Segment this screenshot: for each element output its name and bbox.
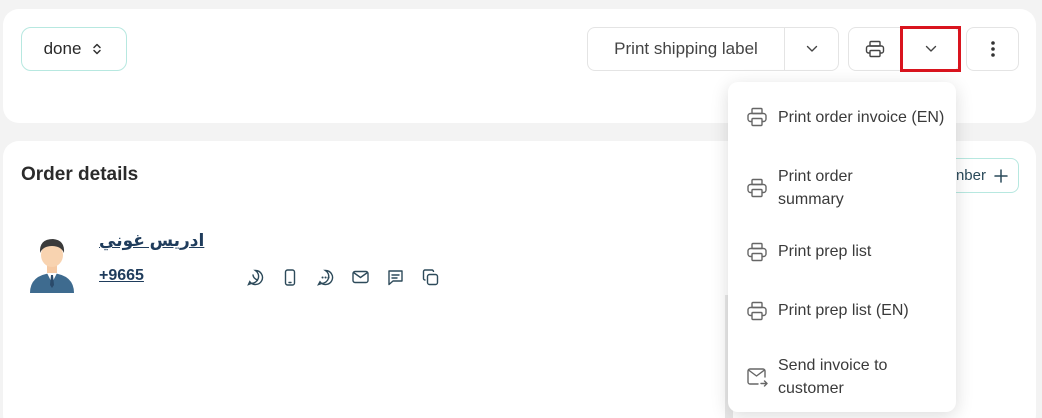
menu-item-label: Print order summary <box>778 168 853 208</box>
menu-item-print-order-summary[interactable]: Print order summary <box>728 163 956 213</box>
printer-icon <box>747 178 767 198</box>
print-button[interactable] <box>849 28 902 70</box>
plus-icon <box>994 168 1008 183</box>
section-title: Order details <box>21 164 139 185</box>
chat-bubble-icon[interactable] <box>316 268 334 286</box>
copy-icon[interactable] <box>421 268 439 286</box>
send-mail-icon <box>747 368 768 387</box>
shipping-label-dropdown-toggle[interactable] <box>785 28 838 70</box>
more-options-button[interactable] <box>966 27 1019 71</box>
menu-item-label: Print prep list <box>778 243 872 260</box>
chevron-down-icon <box>806 45 817 52</box>
customer-name-link[interactable]: ادريس غوني <box>99 231 204 251</box>
printer-icon <box>747 301 767 320</box>
mobile-phone-icon[interactable] <box>281 268 299 286</box>
status-select-button[interactable]: done <box>21 27 127 71</box>
printer-icon <box>865 40 885 58</box>
customer-phone-link[interactable]: +9665 <box>99 267 146 285</box>
printer-icon <box>747 242 767 261</box>
menu-item-print-prep-list-en[interactable]: Print prep list (EN) <box>728 298 956 323</box>
customer-avatar <box>30 239 74 293</box>
print-dropdown-toggle[interactable] <box>902 28 959 70</box>
menu-item-label: Send invoice to customer <box>778 357 888 397</box>
mail-icon[interactable] <box>351 268 369 286</box>
whatsapp-icon[interactable] <box>246 268 264 286</box>
print-dropdown-menu: Print order invoice (EN) Print order sum… <box>728 82 956 412</box>
menu-item-label: Print order invoice (EN) <box>778 108 945 126</box>
menu-item-print-invoice-en[interactable]: Print order invoice (EN) <box>728 92 956 142</box>
menu-item-print-prep-list[interactable]: Print prep list <box>728 239 956 264</box>
vertical-dots-icon <box>990 41 995 57</box>
status-label: done <box>43 39 82 58</box>
add-button-label: nber <box>955 167 986 184</box>
contact-actions <box>246 268 439 286</box>
menu-item-send-invoice[interactable]: Send invoice to customer <box>728 352 956 402</box>
print-shipping-label-button[interactable]: Print shipping label <box>588 28 785 70</box>
sms-message-icon[interactable] <box>386 268 404 286</box>
chevron-down-icon <box>925 45 936 52</box>
print-shipping-label-group: Print shipping label <box>587 27 839 71</box>
print-menu-group <box>848 27 960 71</box>
updown-chevron-icon <box>93 43 102 55</box>
printer-icon <box>747 107 767 127</box>
menu-item-label: Print prep list (EN) <box>778 302 909 319</box>
